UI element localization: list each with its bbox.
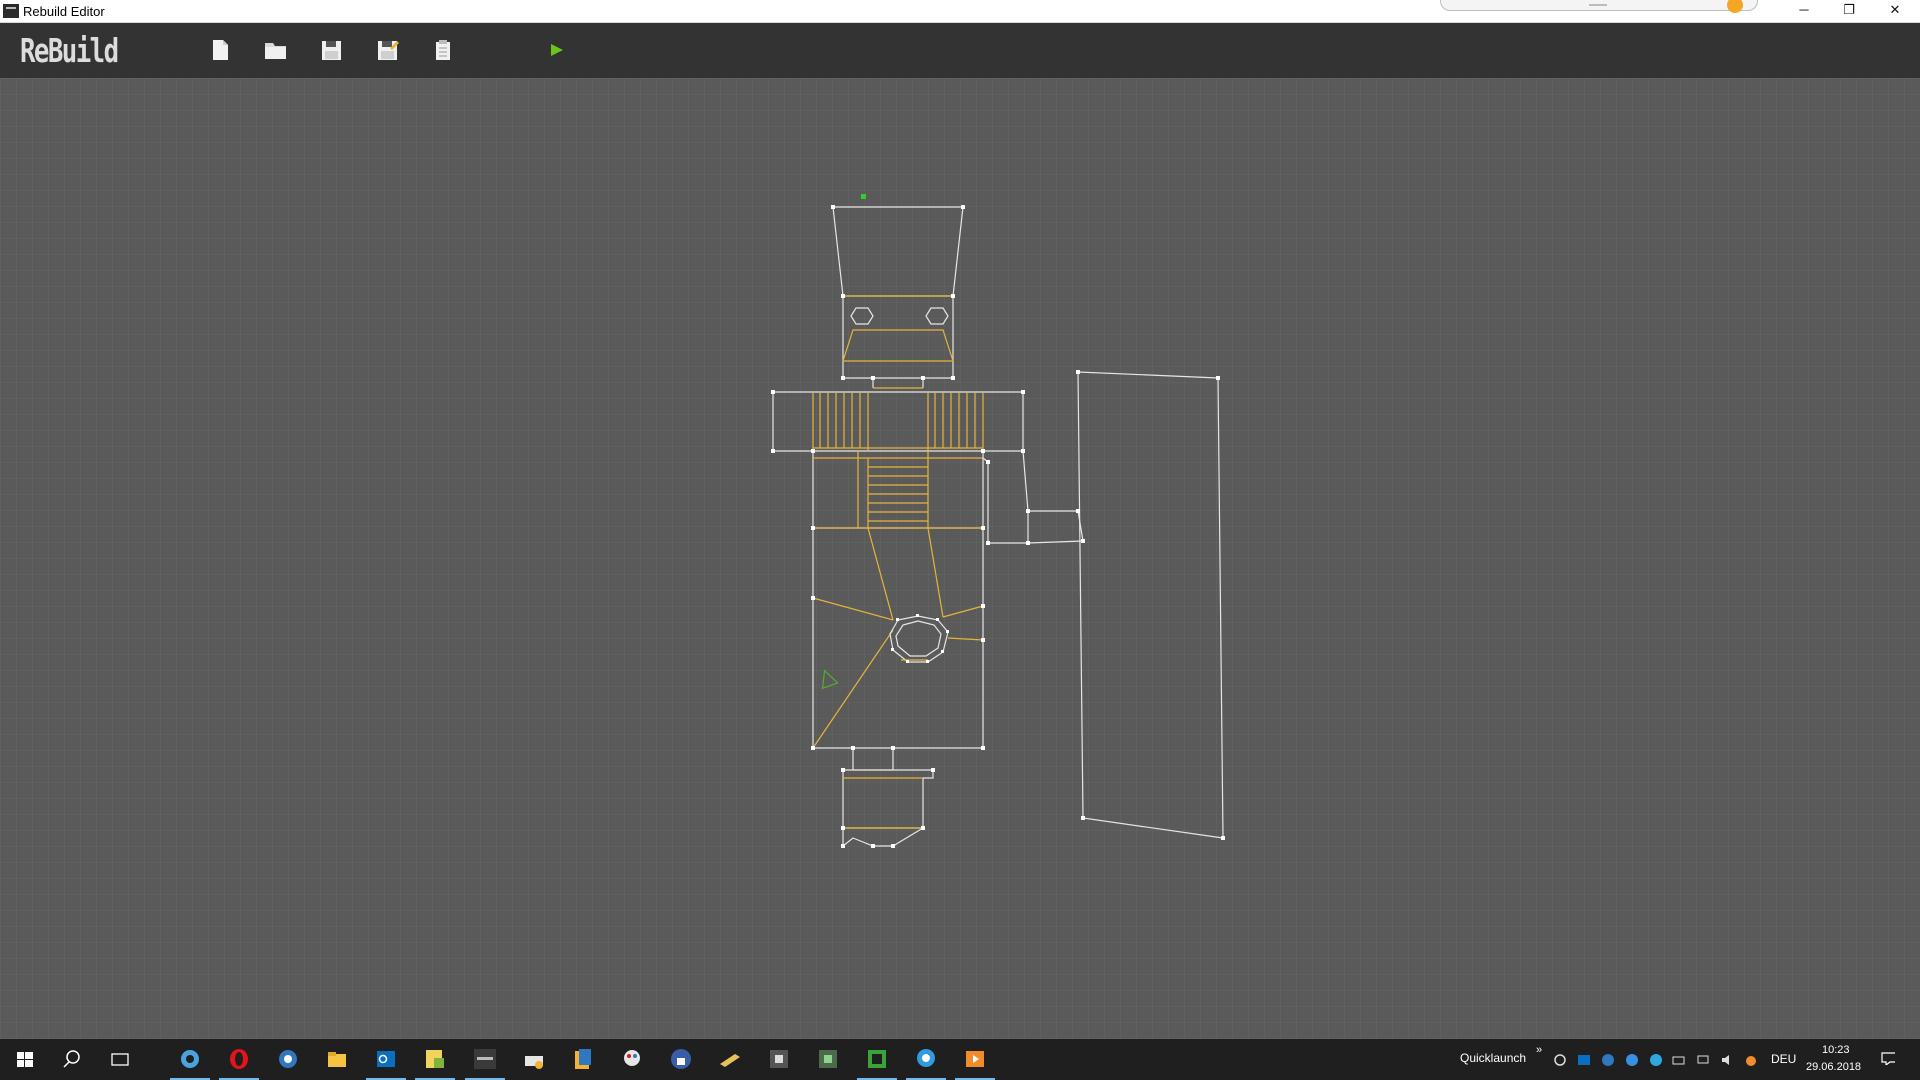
taskbar: Quicklaunch » DEU 10:23 29.06.2018	[0, 1039, 1920, 1080]
game-app-icon[interactable]	[864, 1046, 890, 1072]
new-file-icon	[213, 40, 228, 60]
update-notification[interactable]	[1440, 0, 1758, 13]
windows-start-icon[interactable]	[12, 1046, 38, 1072]
tools-app-icon[interactable]	[717, 1046, 743, 1072]
steam-tray-icon[interactable]	[1601, 1053, 1615, 1067]
app-logo: ReBuild	[20, 31, 119, 70]
save-button[interactable]	[320, 38, 342, 62]
map-walls	[772, 206, 1224, 848]
warning-icon[interactable]	[1727, 0, 1743, 13]
paint-app-icon[interactable]	[619, 1046, 645, 1072]
save-as-button[interactable]	[376, 38, 399, 62]
map-editor-canvas[interactable]	[0, 78, 1920, 1039]
clipboard-icon	[436, 40, 450, 60]
restore-button[interactable]: ❐	[1826, 0, 1872, 22]
grip-icon	[1589, 4, 1607, 6]
media-player-icon[interactable]	[962, 1046, 988, 1072]
minimize-button[interactable]: ─	[1781, 0, 1827, 22]
file-explorer-icon[interactable]	[324, 1046, 350, 1072]
clipboard-button[interactable]	[433, 38, 455, 62]
close-button[interactable]: ✕	[1872, 0, 1918, 22]
task-view-icon[interactable]	[107, 1046, 133, 1072]
outlook-tray-icon[interactable]	[1577, 1053, 1591, 1067]
toolbar: ReBuild	[0, 23, 1920, 78]
security-tray-icon[interactable]	[1625, 1053, 1639, 1067]
player-start-marker[interactable]	[817, 194, 866, 690]
battery-tray-icon[interactable]	[1672, 1053, 1686, 1067]
search-icon[interactable]	[59, 1046, 85, 1072]
password-manager-icon[interactable]	[668, 1046, 694, 1072]
volume-tray-icon[interactable]	[1720, 1053, 1734, 1067]
chat-app-icon[interactable]	[913, 1046, 939, 1072]
network-activity-tray-icon[interactable]	[1649, 1053, 1663, 1067]
sync-tray-icon[interactable]	[1553, 1053, 1567, 1067]
window-title: Rebuild Editor	[23, 4, 105, 19]
app-icon	[3, 4, 19, 18]
map-vertices[interactable]	[771, 205, 1225, 848]
network-app-icon[interactable]	[815, 1046, 841, 1072]
play-button[interactable]	[548, 38, 570, 62]
clock-time[interactable]: 10:23	[1822, 1044, 1850, 1056]
unity-app-icon[interactable]	[766, 1046, 792, 1072]
opera-icon[interactable]	[226, 1046, 252, 1072]
network-tray-icon[interactable]	[1696, 1053, 1710, 1067]
notes-app-icon[interactable]	[422, 1046, 448, 1072]
rebuild-editor-taskbar-icon[interactable]	[472, 1046, 498, 1072]
open-folder-button[interactable]	[264, 38, 286, 62]
clock-date[interactable]: 29.06.2018	[1806, 1061, 1861, 1073]
quicklaunch-label[interactable]: Quicklaunch	[1460, 1051, 1526, 1065]
outlook-icon[interactable]	[373, 1046, 399, 1072]
scanner-app-icon[interactable]	[521, 1046, 547, 1072]
document-app-icon[interactable]	[570, 1046, 596, 1072]
new-file-button[interactable]	[209, 38, 231, 62]
settings-gear-icon[interactable]	[177, 1046, 203, 1072]
floppy-edit-icon	[378, 41, 399, 60]
map-drawing[interactable]	[0, 78, 1920, 1039]
quicklaunch-overflow[interactable]: »	[1536, 1044, 1542, 1056]
notification-center-icon[interactable]	[1881, 1051, 1895, 1065]
floppy-icon	[322, 41, 341, 60]
play-icon	[551, 44, 563, 56]
steam-icon[interactable]	[275, 1046, 301, 1072]
language-indicator[interactable]: DEU	[1771, 1052, 1796, 1066]
app-tray-icon[interactable]	[1744, 1053, 1758, 1067]
folder-icon	[265, 43, 286, 59]
title-bar: Rebuild Editor ─ ❐ ✕	[0, 0, 1920, 23]
